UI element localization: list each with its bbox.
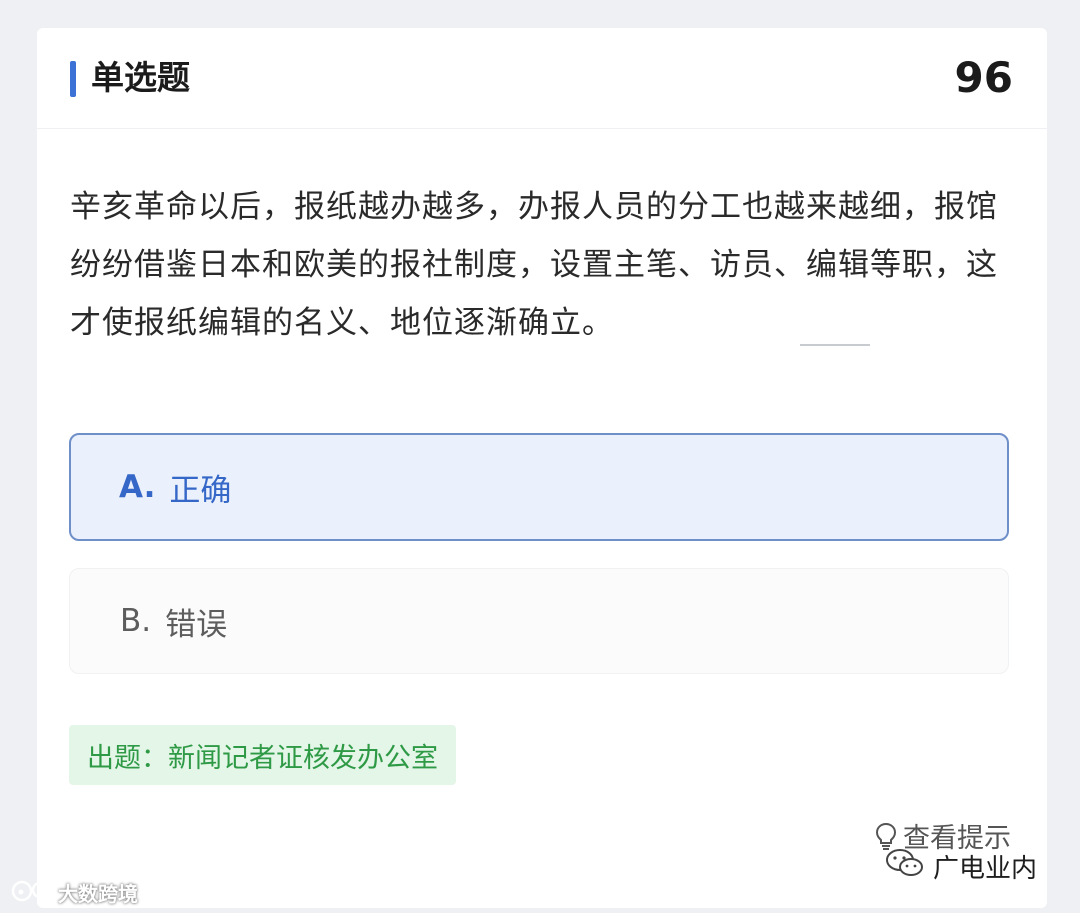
wechat-icon [885,847,925,886]
accent-bar [70,61,76,97]
option-a-content: A. 正确 [119,435,231,539]
watermark-account: 广电业内 [885,847,1037,886]
card-header: 单选题 96 [37,28,1047,129]
option-a[interactable]: A. 正确 [69,433,1009,541]
option-label: 正确 [169,472,232,509]
watermark-account-label: 广电业内 [933,854,1038,884]
option-b[interactable]: B. 错误 [69,568,1009,674]
answer-blank [800,344,870,346]
watermark-source: 大数跨境 [10,878,138,907]
watermark-source-label: 大数跨境 [58,882,138,906]
question-type: 单选题 [91,58,190,97]
source-badge: 出题：新闻记者证核发办公室 [69,725,456,785]
question-text: 辛亥革命以后，报纸越办越多，办报人员的分工也越来越细，报馆纷纷借鉴日本和欧美的报… [70,189,998,341]
weibo-icon [10,878,52,907]
lightbulb-icon [875,822,897,850]
option-letter: A. [119,469,156,505]
option-b-content: B. 错误 [120,569,227,673]
question-card: 单选题 96 辛亥革命以后，报纸越办越多，办报人员的分工也越来越细，报馆纷纷借鉴… [37,28,1047,908]
option-letter: B. [120,603,152,639]
option-label: 错误 [165,606,228,643]
question-number: 96 [954,53,1013,102]
